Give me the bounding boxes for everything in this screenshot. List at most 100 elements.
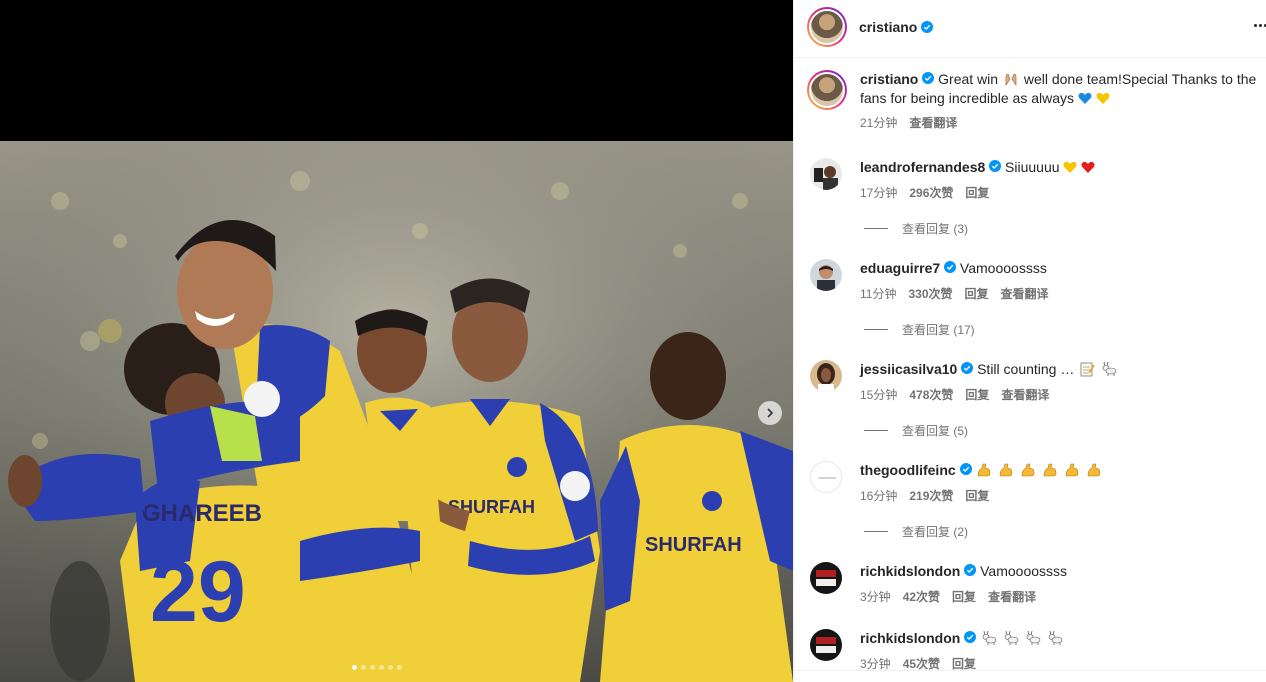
translate-link[interactable]: 查看翻译 (1001, 285, 1049, 302)
reply-button[interactable]: 回复 (952, 588, 976, 605)
comment-likes[interactable]: 42次赞 (903, 588, 940, 605)
flexed-biceps-emoji-icon (1043, 463, 1057, 477)
comment-text-line: richkidslondon (860, 629, 1250, 648)
comment-likes[interactable]: 45次赞 (903, 655, 940, 670)
commenter-avatar[interactable] (810, 259, 842, 291)
comment-text-line: eduaguirre7 Vamoooossss (860, 259, 1250, 278)
reply-button[interactable]: 回复 (965, 386, 989, 403)
flexed-biceps-emoji-group (975, 462, 1102, 478)
comment-text: Siiuuuuu (1005, 159, 1060, 175)
comment-text: Vamoooossss (959, 260, 1047, 276)
author-username[interactable]: cristiano (859, 19, 934, 35)
instagram-post-modal: SHURFAH SHURFAH GHAREEB 29 cristiano cri… (0, 0, 1266, 682)
carousel-dot (397, 665, 402, 670)
verified-badge-icon (964, 564, 977, 576)
post-side-panel: cristiano cristiano Great win well done … (793, 0, 1266, 682)
commenter-username[interactable]: richkidslondon (860, 563, 960, 579)
view-replies-button[interactable]: 查看回复 (3) (864, 220, 968, 237)
commenter-avatar[interactable] (810, 461, 842, 493)
reply-button[interactable]: 回复 (965, 184, 989, 201)
jersey-player-number: 29 (150, 544, 246, 640)
caption-text: Great win (938, 71, 999, 87)
commenter-avatar[interactable] (810, 562, 842, 594)
jersey-sponsor-right: SHURFAH (645, 534, 742, 556)
reply-button[interactable]: 回复 (965, 285, 989, 302)
comment-likes[interactable]: 478次赞 (909, 386, 953, 403)
view-replies-label[interactable]: 查看回复 (17) (902, 321, 975, 338)
carousel-dot (370, 665, 375, 670)
reply-button[interactable]: 回复 (952, 655, 976, 670)
comment-meta: 3分钟 42次赞 回复 查看翻译 (860, 588, 1036, 605)
goat-emoji-icon (1102, 361, 1117, 376)
replies-divider (864, 430, 888, 431)
comment-text: Vamoooossss (980, 563, 1068, 579)
goat-emoji-icon (1004, 630, 1019, 645)
flexed-biceps-emoji-icon (1065, 463, 1079, 477)
commenter-avatar[interactable] (810, 158, 842, 190)
commenter-avatar[interactable] (810, 629, 842, 661)
comment-time: 3分钟 (860, 590, 891, 604)
view-replies-button[interactable]: 查看回复 (17) (864, 321, 975, 338)
view-replies-label[interactable]: 查看回复 (2) (902, 523, 968, 540)
comment-likes[interactable]: 330次赞 (908, 285, 952, 302)
comment-likes[interactable]: 219次赞 (909, 487, 953, 504)
commenter-username[interactable]: eduaguirre7 (860, 260, 940, 276)
caption-translate-link[interactable]: 查看翻译 (909, 114, 957, 133)
comment-text-line: jessiicasilva10 Still counting … (860, 360, 1250, 379)
caption-time: 21分钟 (860, 116, 898, 130)
comment-meta: 17分钟 296次赞 回复 (860, 184, 989, 201)
comment-meta: 11分钟 330次赞 回复 查看翻译 (860, 285, 1049, 302)
red-heart-emoji-icon (1081, 161, 1095, 173)
caption-avatar[interactable] (807, 70, 847, 110)
comments-list: cristiano Great win well done team!Speci… (794, 58, 1266, 670)
goat-emoji-icon (1048, 630, 1063, 645)
view-replies-button[interactable]: 查看回复 (5) (864, 422, 968, 439)
commenter-username[interactable]: richkidslondon (860, 630, 960, 646)
more-horizontal-icon (1254, 24, 1257, 27)
next-media-button[interactable] (758, 401, 782, 425)
flexed-biceps-emoji-icon (1021, 463, 1035, 477)
translate-link[interactable]: 查看翻译 (1001, 386, 1049, 403)
flexed-biceps-emoji-icon (1087, 463, 1101, 477)
view-replies-label[interactable]: 查看回复 (3) (902, 220, 968, 237)
comment-time: 11分钟 (860, 287, 897, 301)
comment-meta: 15分钟 478次赞 回复 查看翻译 (860, 386, 1049, 403)
verified-badge-icon (964, 631, 977, 643)
comment-text-line: thegoodlifeinc (860, 461, 1250, 480)
raising-hands-emoji-icon (1005, 73, 1017, 86)
replies-divider (864, 329, 888, 330)
yellow-heart-emoji-icon (1063, 161, 1077, 173)
yellow-heart-emoji-icon (1096, 92, 1110, 104)
flexed-biceps-emoji-icon (1000, 463, 1013, 477)
commenter-avatar[interactable] (810, 360, 842, 392)
caption-meta: 21分钟 查看翻译 (860, 114, 1260, 133)
commenter-username[interactable]: thegoodlifeinc (860, 462, 956, 478)
comment-likes[interactable]: 296次赞 (909, 184, 953, 201)
verified-badge-icon (944, 261, 957, 273)
post-header: cristiano (794, 0, 1266, 58)
caption-text-block: cristiano Great win well done team!Speci… (860, 70, 1260, 133)
more-options-button[interactable] (1254, 24, 1266, 27)
post-photo: SHURFAH SHURFAH GHAREEB 29 (0, 141, 793, 682)
carousel-dot (352, 665, 357, 670)
reply-button[interactable]: 回复 (965, 487, 989, 504)
goat-emoji-icon (982, 630, 997, 645)
goat-emoji-icon (1026, 630, 1041, 645)
carousel-dot (379, 665, 384, 670)
comment-time: 15分钟 (860, 388, 898, 402)
carousel-dot (361, 665, 366, 670)
caption-text-2: well done team!Special Thanks to the fan… (860, 71, 1257, 106)
view-replies-label[interactable]: 查看回复 (5) (902, 422, 968, 439)
comment-text-line: leandrofernandes8 Siiuuuuu (860, 158, 1250, 177)
commenter-username[interactable]: jessiicasilva10 (860, 361, 957, 377)
verified-badge-icon (989, 160, 1002, 172)
caption-username[interactable]: cristiano (860, 71, 918, 87)
author-username-text[interactable]: cristiano (859, 19, 917, 35)
commenter-username[interactable]: leandrofernandes8 (860, 159, 985, 175)
jersey-player-name: GHAREEB (142, 500, 262, 527)
chevron-right-icon (767, 408, 774, 418)
translate-link[interactable]: 查看翻译 (988, 588, 1036, 605)
memo-emoji-icon (1080, 362, 1095, 377)
author-avatar[interactable] (807, 7, 847, 47)
view-replies-button[interactable]: 查看回复 (2) (864, 523, 968, 540)
